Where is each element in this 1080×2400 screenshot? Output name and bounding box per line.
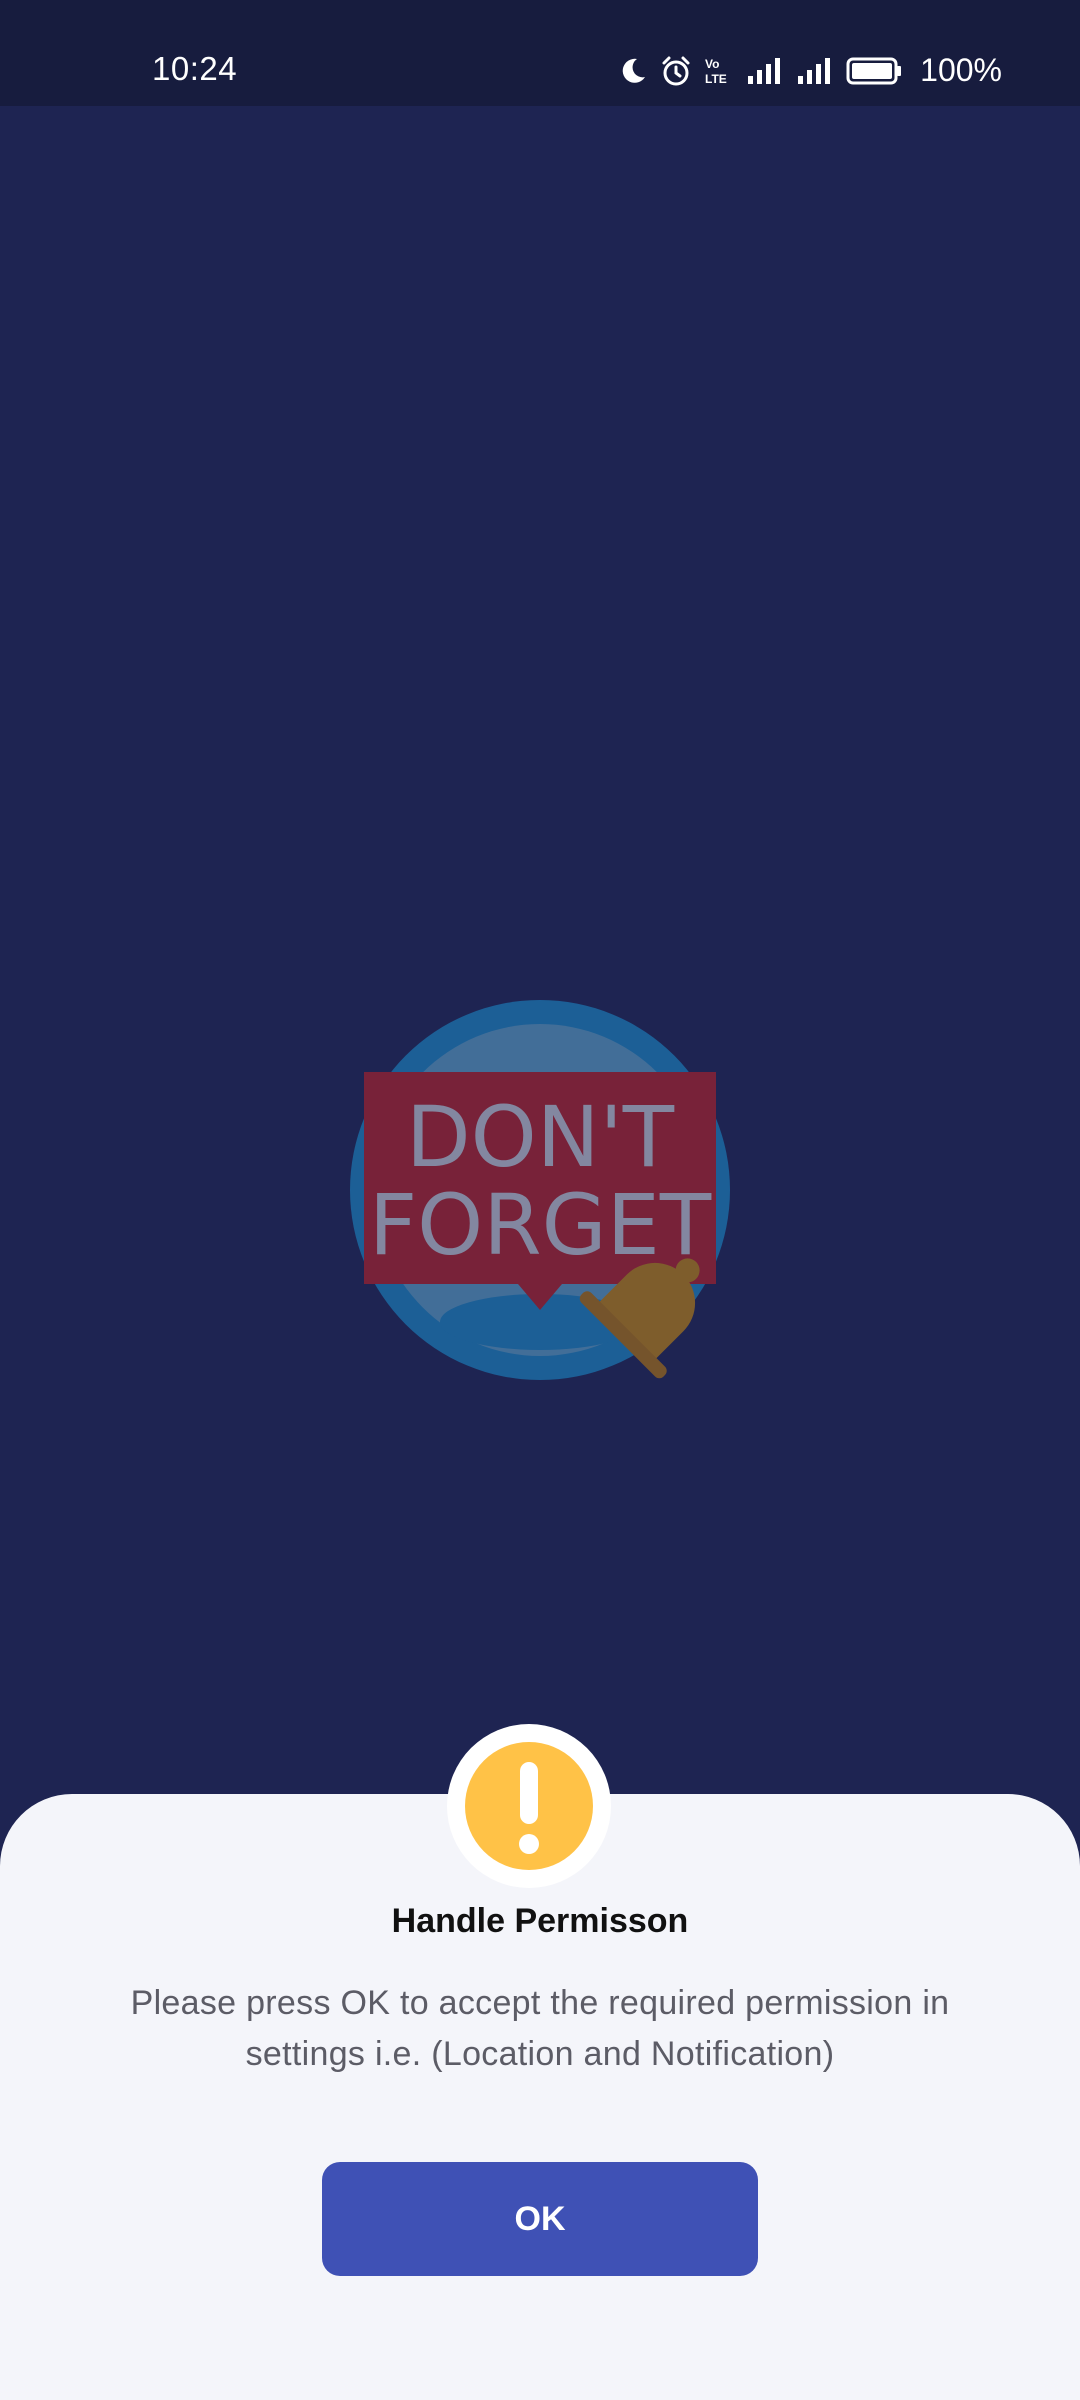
- alarm-icon: [660, 55, 692, 87]
- volte-icon: Vo LTE: [704, 56, 734, 86]
- logo-text-line2: FORGET: [369, 1176, 712, 1274]
- status-time: 10:24: [152, 50, 238, 87]
- app-background: [0, 106, 1080, 1796]
- signal-icon: [746, 56, 784, 86]
- svg-text:LTE: LTE: [705, 72, 727, 86]
- logo-text-line1: DON'T: [406, 1088, 675, 1186]
- dialog-title: Handle Permisson: [391, 1902, 689, 1940]
- svg-text:Vo: Vo: [705, 57, 719, 71]
- status-bar: 10:24 Vo LTE 100%: [0, 0, 1080, 106]
- exclamation-icon: [463, 1740, 595, 1872]
- dialog-message: Please press OK to accept the required p…: [130, 1984, 950, 2073]
- status-icons: Vo LTE 100%: [618, 52, 1002, 89]
- battery-icon: [846, 56, 902, 86]
- ok-button[interactable]: OK: [322, 2162, 758, 2276]
- alert-badge: [447, 1724, 611, 1888]
- app-logo: DON'T FORGET: [340, 996, 740, 1396]
- battery-percent: 100%: [920, 52, 1002, 88]
- signal-icon: [796, 56, 834, 86]
- moon-icon: [618, 56, 648, 86]
